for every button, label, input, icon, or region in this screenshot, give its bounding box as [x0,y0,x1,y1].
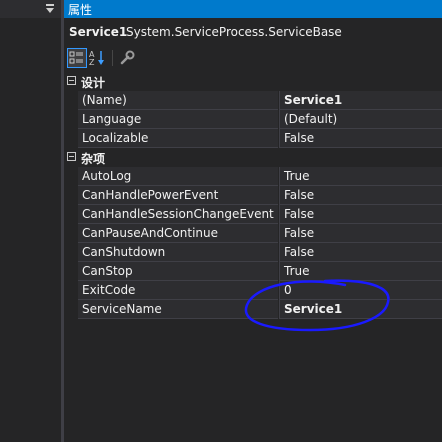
property-name-cell[interactable]: Language [78,110,278,129]
property-name: Language [82,112,142,126]
row-gutter [64,167,78,186]
properties-title-bar: 属性 [64,0,442,18]
property-name: CanPauseAndContinue [82,226,219,240]
collapse-toggle-icon[interactable] [67,152,76,161]
property-name: CanHandleSessionChangeEvent [82,207,274,221]
row-gutter [64,129,78,148]
property-value: 0 [284,283,292,297]
property-row[interactable]: CanShutdown False [64,243,442,262]
property-value-cell[interactable]: False [279,205,442,224]
property-value: False [284,245,315,259]
property-value-cell[interactable]: False [279,224,442,243]
property-value-cell[interactable]: False [279,129,442,148]
category-row[interactable]: 杂项 [64,148,442,167]
property-value-cell[interactable]: True [279,262,442,281]
property-value: (Default) [284,112,338,126]
property-value-cell[interactable]: False [279,186,442,205]
category-label: 设计 [81,76,106,90]
object-selector[interactable]: Service1 System.ServiceProcess.ServiceBa… [64,20,442,44]
property-name-cell[interactable]: Localizable [78,129,278,148]
alphabetical-button[interactable]: A Z [88,48,108,68]
property-name-cell[interactable]: CanStop [78,262,278,281]
property-pages-wrench-icon [120,50,135,65]
property-row[interactable]: CanHandleSessionChangeEvent False [64,205,442,224]
row-gutter [64,91,78,110]
property-name: CanStop [82,264,133,278]
property-name-cell[interactable]: (Name) [78,91,278,110]
property-row[interactable]: CanStop True [64,262,442,281]
property-value-cell[interactable]: True [279,167,442,186]
property-value-cell[interactable]: Service1 [279,91,442,110]
property-row[interactable]: AutoLog True [64,167,442,186]
property-name-cell[interactable]: CanHandlePowerEvent [78,186,278,205]
svg-text:Z: Z [89,58,95,67]
property-name-cell[interactable]: CanHandleSessionChangeEvent [78,205,278,224]
panel-title: 属性 [68,3,93,17]
property-row[interactable]: ExitCode 0 [64,281,442,300]
property-name: ServiceName [82,302,162,316]
property-row[interactable]: Language (Default) [64,110,442,129]
property-value-cell[interactable]: 0 [279,281,442,300]
categorized-button[interactable] [67,48,87,68]
row-gutter [64,243,78,262]
property-row[interactable]: (Name) Service1 [64,91,442,110]
properties-panel: 属性 Service1 System.ServiceProcess.Servic… [64,0,442,442]
property-value-cell[interactable]: False [279,243,442,262]
row-gutter [64,110,78,129]
property-pages-button[interactable] [118,48,138,68]
property-row[interactable]: Localizable False [64,129,442,148]
row-gutter [64,281,78,300]
property-value: False [284,207,315,221]
collapse-toggle-icon[interactable] [67,76,76,85]
property-value: False [284,131,315,145]
property-value: True [284,264,310,278]
property-value: True [284,169,310,183]
property-name: Localizable [82,131,149,145]
property-value-cell[interactable]: Service1 [279,300,442,319]
object-type: System.ServiceProcess.ServiceBase [126,25,342,39]
property-name: (Name) [82,93,127,107]
row-gutter [64,224,78,243]
category-label: 杂项 [81,152,106,166]
alphabetical-sort-icon: A Z [89,50,104,67]
property-name-cell[interactable]: AutoLog [78,167,278,186]
properties-toolbar: A Z [64,46,442,70]
property-value: False [284,226,315,240]
row-gutter [64,186,78,205]
property-name-cell[interactable]: ExitCode [78,281,278,300]
property-value: Service1 [284,93,343,107]
property-name-cell[interactable]: CanShutdown [78,243,278,262]
categorized-icon [69,51,83,64]
property-name-cell[interactable]: ServiceName [78,300,278,319]
property-name: CanHandlePowerEvent [82,188,219,202]
property-row[interactable]: CanPauseAndContinue False [64,224,442,243]
property-name: CanShutdown [82,245,166,259]
left-pane [0,0,61,442]
property-name: AutoLog [82,169,132,183]
property-name: ExitCode [82,283,136,297]
row-gutter [64,300,78,319]
property-name-cell[interactable]: CanPauseAndContinue [78,224,278,243]
object-name: Service1 [69,25,128,39]
row-gutter [64,262,78,281]
row-gutter [64,205,78,224]
property-row[interactable]: ServiceName Service1 [64,300,442,319]
property-value-cell[interactable]: (Default) [279,110,442,129]
category-row[interactable]: 设计 [64,72,442,91]
property-value: False [284,188,315,202]
toolbar-separator [112,50,113,66]
property-row[interactable]: CanHandlePowerEvent False [64,186,442,205]
property-value: Service1 [284,302,343,316]
dropdown-arrow-icon[interactable] [45,2,55,14]
left-pane-header [0,0,61,18]
